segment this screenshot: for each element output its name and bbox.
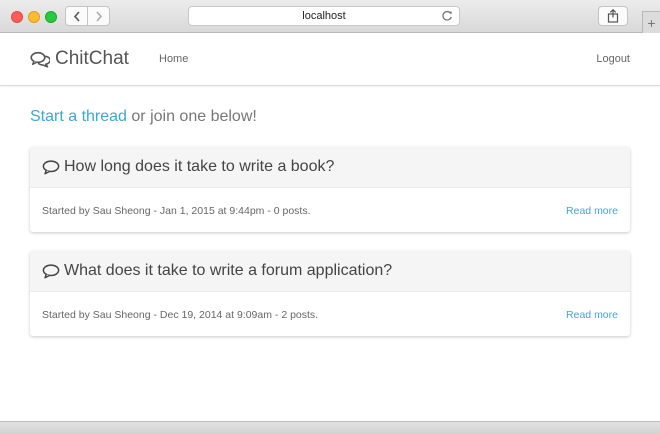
- new-tab-button[interactable]: +: [642, 11, 660, 33]
- forward-arrow-icon: [95, 10, 102, 22]
- browser-toolbar: localhost +: [0, 0, 660, 33]
- intro-line: Start a thread or join one below!: [30, 108, 257, 126]
- address-text: localhost: [302, 10, 346, 22]
- back-button[interactable]: [66, 7, 87, 25]
- zoom-window-button[interactable]: [45, 11, 57, 23]
- read-more-link[interactable]: Read more: [566, 205, 618, 217]
- thread-card-header: How long does it take to write a book?: [30, 147, 630, 188]
- thread-meta: Started by Sau Sheong - Dec 19, 2014 at …: [42, 309, 319, 321]
- share-icon: [607, 9, 619, 23]
- address-bar[interactable]: localhost: [188, 6, 460, 26]
- brand-link[interactable]: ChitChat: [30, 48, 129, 70]
- reload-icon: [442, 10, 452, 21]
- minimize-window-button[interactable]: [28, 11, 40, 23]
- comment-icon: [42, 159, 60, 174]
- site-navbar: ChitChat Home Logout: [0, 33, 660, 86]
- chat-bubbles-icon: [30, 51, 50, 68]
- back-arrow-icon: [73, 10, 80, 22]
- nav-home-link[interactable]: Home: [159, 53, 188, 65]
- thread-title: What does it take to write a forum appli…: [64, 262, 393, 279]
- thread-card: How long does it take to write a book? S…: [30, 147, 630, 232]
- start-thread-link[interactable]: Start a thread: [30, 108, 127, 125]
- page-content: ChitChat Home Logout Start a thread or j…: [0, 33, 660, 421]
- reload-button[interactable]: [441, 10, 453, 25]
- thread-title: How long does it take to write a book?: [64, 158, 335, 175]
- thread-card-body: Started by Sau Sheong - Jan 1, 2015 at 9…: [30, 188, 630, 232]
- thread-card-header: What does it take to write a forum appli…: [30, 251, 630, 292]
- forward-button[interactable]: [87, 7, 109, 25]
- brand-name: ChitChat: [55, 48, 129, 69]
- thread-card: What does it take to write a forum appli…: [30, 251, 630, 336]
- window-bottom-bar: [0, 421, 660, 434]
- comment-icon: [42, 263, 60, 278]
- nav-logout-link[interactable]: Logout: [596, 53, 630, 65]
- share-button[interactable]: [598, 6, 628, 26]
- close-window-button[interactable]: [11, 11, 23, 23]
- history-nav-group: [65, 6, 110, 26]
- intro-text: or join one below!: [131, 108, 257, 125]
- thread-card-body: Started by Sau Sheong - Dec 19, 2014 at …: [30, 292, 630, 336]
- thread-meta: Started by Sau Sheong - Jan 1, 2015 at 9…: [42, 205, 311, 217]
- read-more-link[interactable]: Read more: [566, 309, 618, 321]
